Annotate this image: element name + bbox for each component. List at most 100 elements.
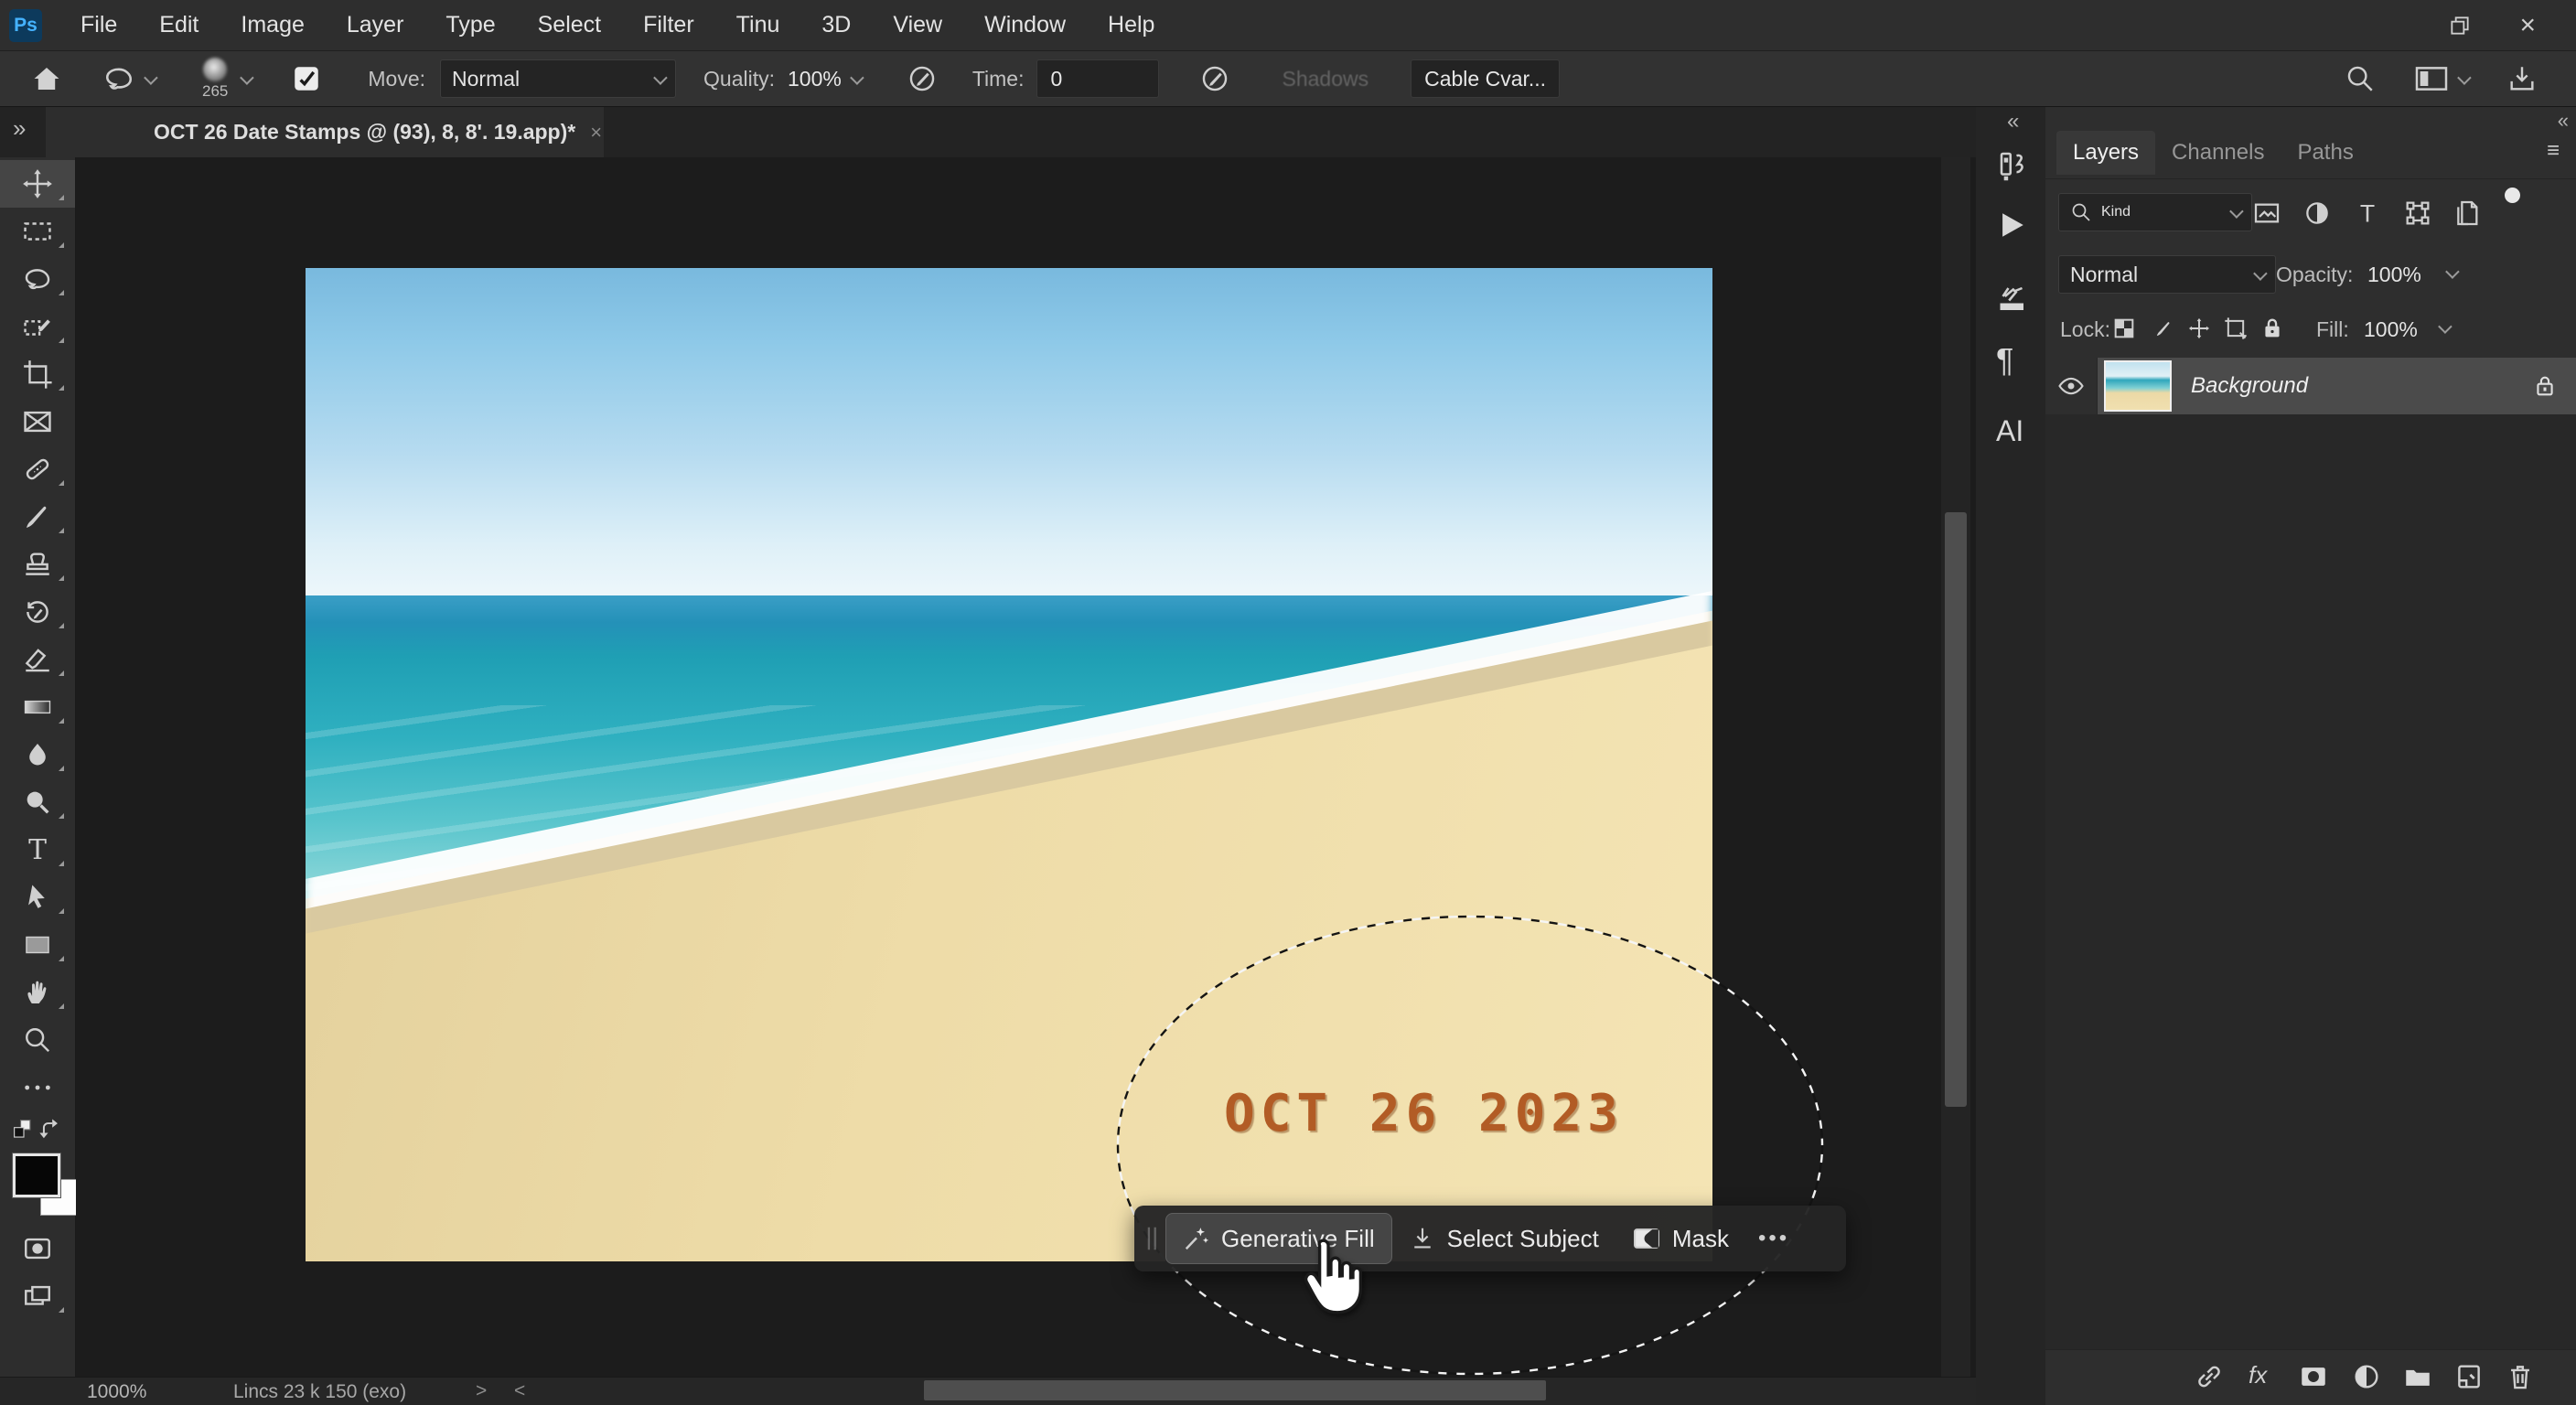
toolbar-expand-icon[interactable]: » [13,114,26,143]
tool-gradient[interactable] [0,683,75,731]
actions-panel-button[interactable] [1996,209,2027,241]
foreground-color-swatch[interactable] [13,1153,60,1197]
lock-position-button[interactable] [2186,316,2212,341]
tool-type[interactable]: T [0,826,75,874]
tab-close-icon[interactable]: × [590,121,602,145]
quick-mask-button[interactable] [0,1225,75,1272]
menu-help[interactable]: Help [1108,12,1154,38]
screen-mode-button[interactable] [0,1272,75,1320]
layer-visibility-cell[interactable] [2045,358,2098,414]
menu-tinu[interactable]: Tinu [736,12,780,38]
workspace-switcher-button[interactable] [2414,64,2468,93]
menu-type[interactable]: Type [445,12,495,38]
tool-spot-healing[interactable] [0,445,75,493]
menu-file[interactable]: File [80,12,117,38]
horizontal-scrollbar-thumb[interactable] [924,1380,1546,1400]
tool-brush[interactable] [0,493,75,541]
chevron-down-icon[interactable] [2438,319,2453,334]
filter-adjustment-layers-button[interactable] [2299,195,2335,231]
menu-image[interactable]: Image [241,12,304,38]
filter-smart-objects-button[interactable] [2450,195,2486,231]
new-adjustment-layer-button[interactable] [2351,1361,2382,1392]
tool-eraser[interactable] [0,636,75,683]
tool-preset-button[interactable] [102,62,155,95]
tool-move[interactable] [0,160,75,208]
document-tab[interactable]: OCT 26 Date Stamps @ (93), 8, 8'. 19.app… [46,107,604,157]
tool-lasso[interactable] [0,255,75,303]
menu-filter[interactable]: Filter [643,12,694,38]
kind-filter-dropdown[interactable]: Kind [2058,193,2252,231]
clone-source-panel-button[interactable] [1996,149,2029,186]
preset-picker-button[interactable]: Cable Cvar... [1411,59,1560,98]
panel-menu-icon[interactable]: ≡ [2547,138,2560,164]
zoom-level-field[interactable]: 1000% [87,1381,146,1403]
add-layer-mask-button[interactable] [2298,1361,2329,1392]
home-button[interactable] [31,63,62,94]
tool-clone-stamp[interactable] [0,541,75,588]
tab-layers[interactable]: Layers [2056,131,2155,175]
pen-opacity-button[interactable] [1199,63,1230,94]
time-field[interactable]: 0 [1036,59,1159,98]
select-subject-button[interactable]: Select Subject [1392,1214,1615,1263]
layer-row-background[interactable]: Background [2045,358,2576,414]
taskbar-more-button[interactable]: ••• [1745,1226,1802,1251]
tool-object-selection[interactable] [0,303,75,350]
menu-3d[interactable]: 3D [821,12,851,38]
layer-effects-button[interactable]: fx [2249,1361,2267,1389]
menu-view[interactable]: View [893,12,942,38]
tab-paths[interactable]: Paths [2281,131,2369,175]
tool-marquee[interactable] [0,208,75,255]
layer-thumbnail[interactable] [2105,361,2171,411]
menu-layer[interactable]: Layer [347,12,404,38]
chevron-down-icon[interactable] [2445,264,2460,279]
lock-all-button[interactable] [2259,316,2285,341]
quality-dropdown[interactable]: 100% [788,67,861,91]
tool-crop[interactable] [0,350,75,398]
filter-pixel-layers-button[interactable] [2249,195,2285,231]
vertical-scrollbar-thumb[interactable] [1945,512,1967,1107]
chevron-down-icon[interactable] [241,70,255,85]
layer-blend-mode-dropdown[interactable]: Normal [2058,255,2276,294]
tab-channels[interactable]: Channels [2155,131,2281,175]
close-button[interactable]: × [2519,12,2536,39]
status-prev-icon[interactable]: < [514,1380,525,1402]
filter-shape-layers-button[interactable] [2399,195,2436,231]
menu-select[interactable]: Select [538,12,601,38]
search-button[interactable] [2345,63,2376,94]
menu-edit[interactable]: Edit [159,12,199,38]
new-layer-button[interactable] [2453,1361,2485,1392]
ai-panel-button[interactable]: AI [1996,414,2023,448]
tool-history-brush[interactable] [0,588,75,636]
tool-dodge[interactable] [0,778,75,826]
tool-blur[interactable] [0,731,75,778]
menu-window[interactable]: Window [984,12,1066,38]
status-next-icon[interactable]: > [476,1380,487,1402]
mask-button[interactable]: Mask [1615,1214,1745,1263]
paragraph-panel-button[interactable]: ¶ [1996,341,2013,380]
tool-hand[interactable] [0,969,75,1016]
opacity-value-field[interactable]: 100% [2367,263,2421,287]
blend-mode-dropdown[interactable]: Normal [440,59,676,98]
toggle-panel-button[interactable] [291,63,322,94]
layers-list-empty-area[interactable] [2045,414,2576,1349]
new-group-button[interactable] [2402,1361,2433,1392]
share-button[interactable] [2506,63,2538,94]
tool-rectangle[interactable] [0,921,75,969]
restore-button[interactable] [2448,14,2472,38]
lock-pixels-button[interactable] [2152,316,2177,341]
fill-value-field[interactable]: 100% [2364,317,2418,342]
layer-name[interactable]: Background [2191,373,2308,399]
lock-transparency-button[interactable] [2111,316,2137,341]
filter-toggle-button[interactable] [2505,188,2520,203]
lock-artboard-button[interactable] [2223,316,2249,341]
toolbar-more-button[interactable] [0,1064,75,1111]
color-controls[interactable] [0,1111,75,1148]
tool-path-selection[interactable] [0,874,75,921]
shadows-button[interactable]: Shadows [1282,67,1368,91]
pen-pressure-button[interactable] [907,63,938,94]
filter-type-layers-button[interactable]: T [2349,195,2386,231]
brush-preset-button[interactable]: 265 [202,58,228,101]
link-layers-button[interactable] [2194,1361,2225,1392]
delete-layer-button[interactable] [2505,1361,2536,1392]
tool-zoom[interactable] [0,1016,75,1064]
